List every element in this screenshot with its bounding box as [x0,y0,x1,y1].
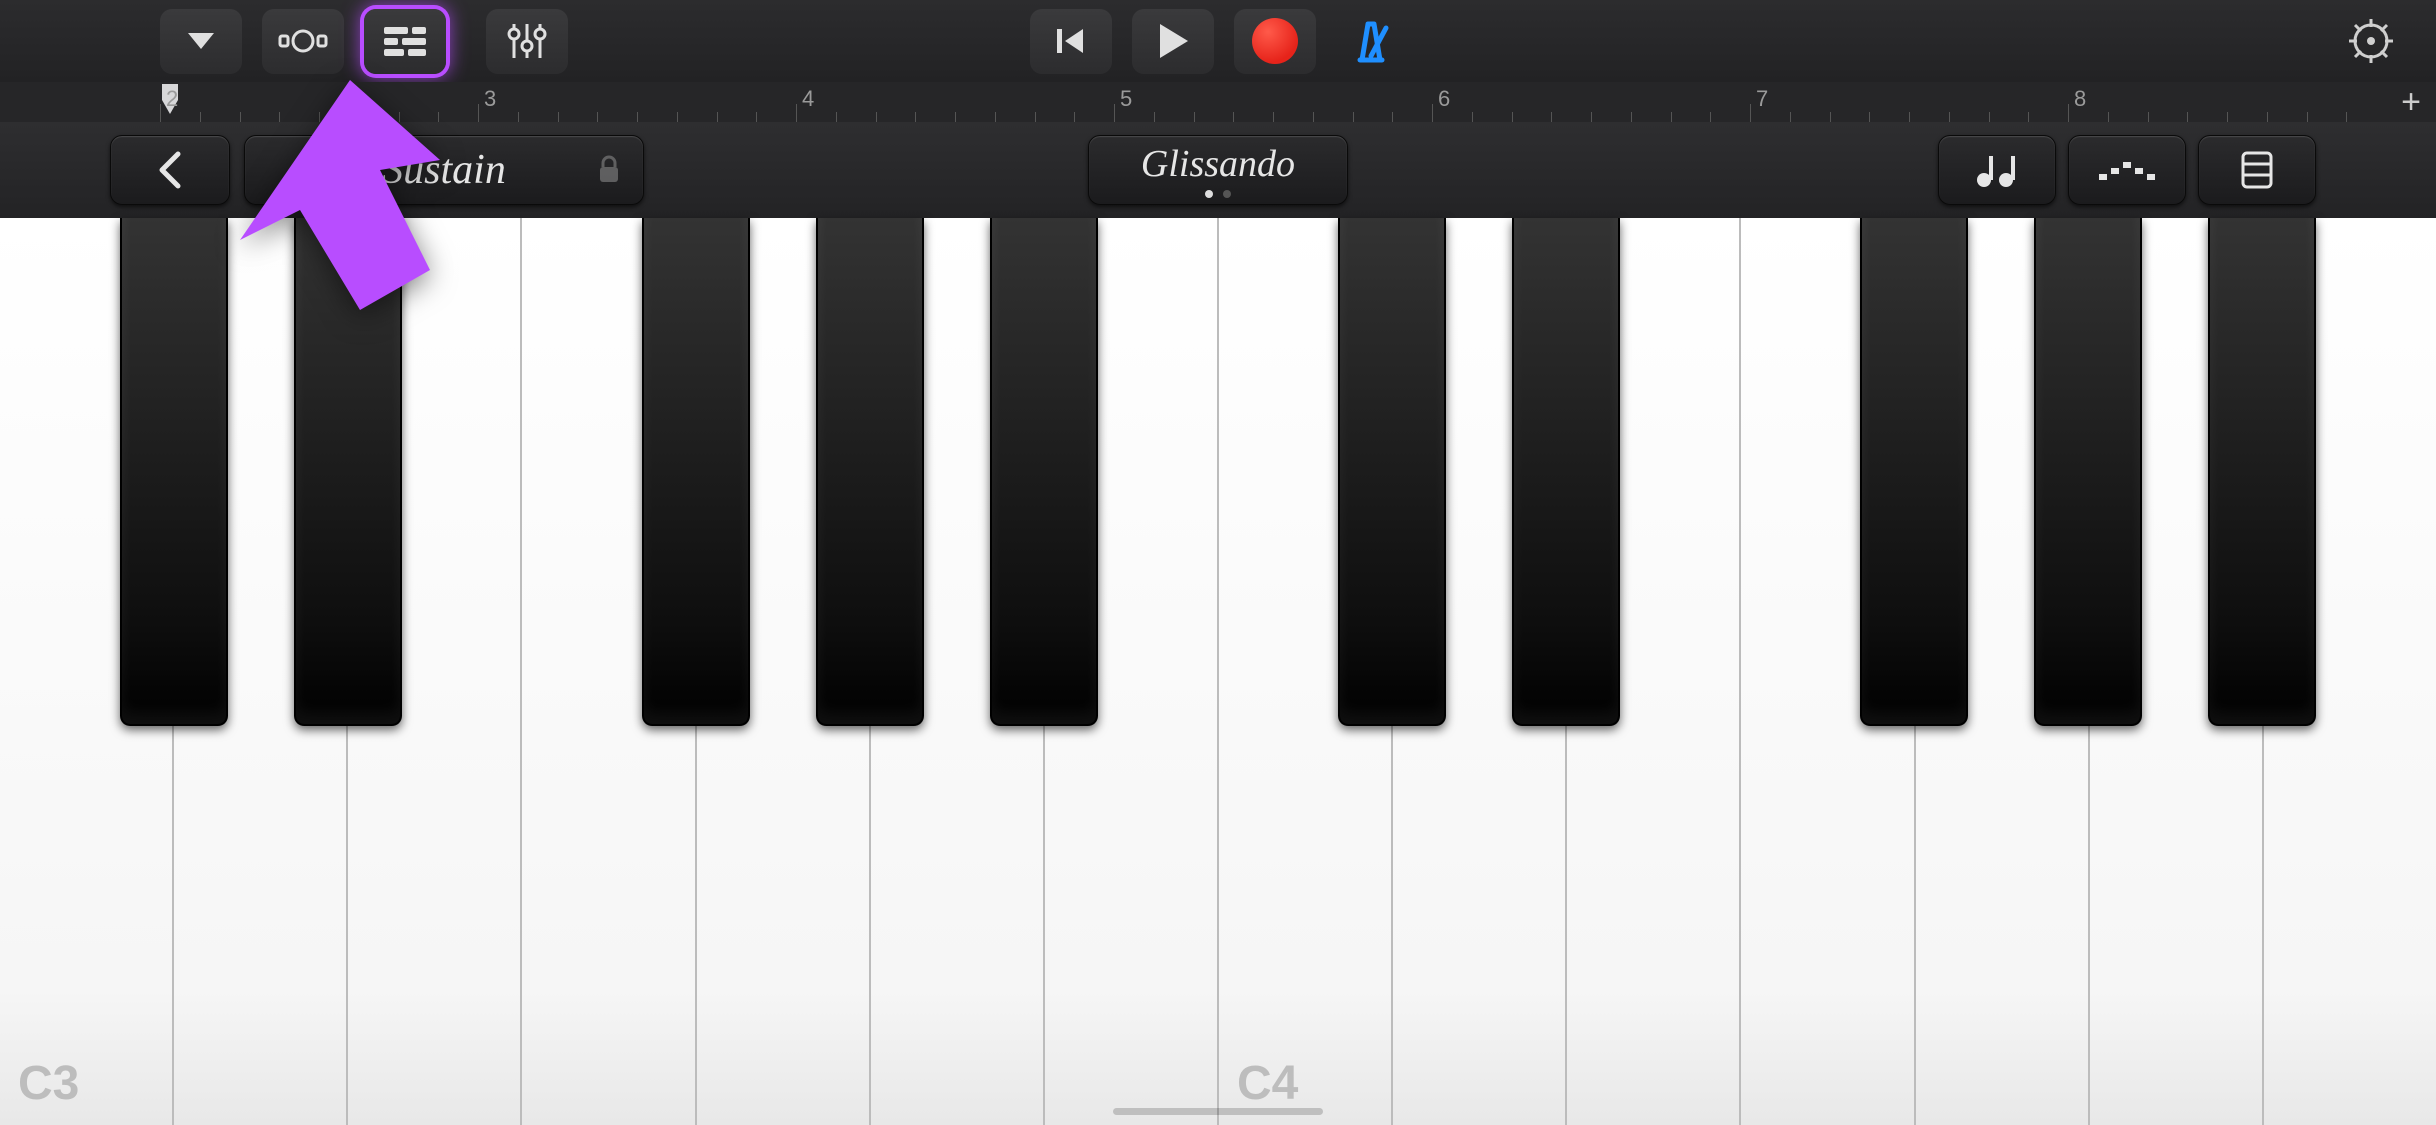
arpeggiator-button[interactable] [2068,135,2186,205]
tracks-icon [384,25,426,57]
lock-icon [597,155,621,185]
fx-button[interactable] [262,9,344,74]
instrument-browser-button[interactable] [160,9,242,74]
notes-icon [1972,150,2022,190]
home-indicator [1113,1108,1323,1115]
arpeggio-icon [2097,158,2157,182]
metronome-button[interactable] [1336,9,1406,74]
keyboard-layout-icon [2239,149,2275,191]
octave-label: C3 [18,1056,79,1111]
page-dots [1205,190,1231,198]
add-section-button[interactable]: + [2386,82,2436,122]
gear-icon [2347,17,2395,65]
black-key[interactable] [2208,218,2316,726]
octave-label: C4 [1237,1056,1298,1111]
ruler-bar[interactable]: 8 [2068,82,2386,122]
settings-button[interactable] [2336,9,2406,74]
fx-icon [278,26,328,56]
articulation-label: Glissando [1141,142,1295,186]
ruler-bar[interactable]: 3 [478,82,796,122]
play-icon [1156,22,1190,60]
black-key[interactable] [120,218,228,726]
triangle-down-icon [186,31,216,51]
tracks-button[interactable] [364,9,446,74]
keyboard-control-strip: Sustain Glissando [0,122,2436,218]
sliders-icon [506,20,548,62]
sustain-label: Sustain [382,146,506,194]
go-to-beginning-button[interactable] [1030,9,1112,74]
black-key[interactable] [1512,218,1620,726]
black-key[interactable] [642,218,750,726]
ruler-bar[interactable]: 2 [160,82,478,122]
black-key[interactable] [990,218,1098,726]
keyboard-layout-button[interactable] [2198,135,2316,205]
octave-back-button[interactable] [110,135,230,205]
black-key[interactable] [1860,218,1968,726]
track-controls-button[interactable] [486,9,568,74]
black-key[interactable] [816,218,924,726]
ruler-bar[interactable]: 6 [1432,82,1750,122]
ruler-bar[interactable]: 7 [1750,82,2068,122]
chevron-left-icon [156,150,184,190]
record-icon [1252,18,1298,64]
chord-strips-button[interactable] [1938,135,2056,205]
black-key[interactable] [1338,218,1446,726]
black-key[interactable] [2034,218,2142,726]
timeline-ruler[interactable]: 2345678+ [0,82,2436,122]
articulation-button[interactable]: Glissando [1088,135,1348,205]
ruler-bar[interactable]: 4 [796,82,1114,122]
piano-keyboard: C3 C4 [0,218,2436,1125]
ruler-bar[interactable]: 5 [1114,82,1432,122]
top-toolbar [0,0,2436,82]
sustain-button[interactable]: Sustain [244,135,644,205]
record-button[interactable] [1234,9,1316,74]
skip-back-icon [1053,23,1089,59]
black-key[interactable] [294,218,402,726]
metronome-icon [1346,16,1396,66]
play-button[interactable] [1132,9,1214,74]
